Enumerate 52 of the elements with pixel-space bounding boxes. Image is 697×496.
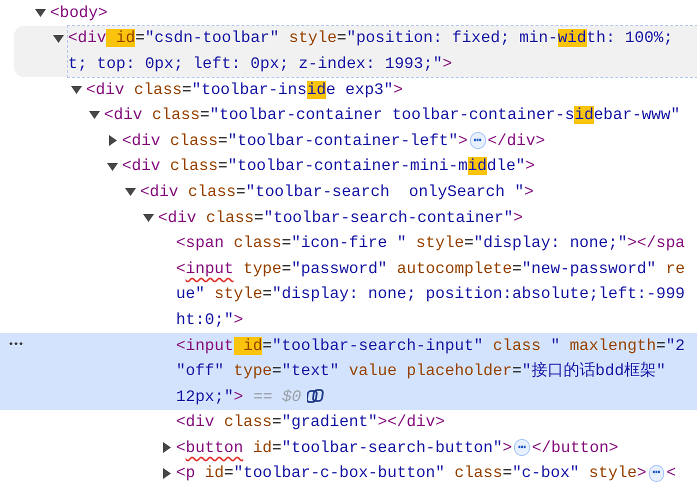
node-row[interactable]: <input type="password" autocomplete="new-password" re ue" style="display: none; position:absolute;left:-999 ht:0;"> [0,256,697,333]
code-text: </div> [488,130,546,152]
code-text: ue" style="display: none; position:absolute;left:-999 [176,284,685,306]
node-actions-button[interactable]: ••• [8,332,24,358]
collapsed-triangle-icon[interactable] [109,134,117,146]
code-text: t; top: 0px; left: 0px; z-index: 1993;"> [68,54,452,75]
code-text: <div class="gradient"></div> [176,412,445,434]
collapsed-content-button[interactable]: ⋯ [648,464,664,482]
code-text: "off" type="text" value placeholder="接口的话bdd框架" [176,360,666,382]
node-row[interactable]: <button id="toolbar-search-button"> ⋯ </button> [0,435,697,461]
collapsed-triangle-icon[interactable] [163,442,171,454]
console-reference: == $0 [253,386,302,408]
node-row[interactable]: <div class="toolbar-container-left"> ⋯ </div> [0,128,697,154]
node-row[interactable]: <div class="gradient"></div> [0,410,697,436]
code-text: <p id="toolbar-c-box-button" class="c-box" style> [176,463,647,484]
overlapping-squares-icon[interactable] [307,388,326,406]
node-row[interactable]: <body> [0,0,697,26]
code-text: <div class="toolbar-container-left"> [122,130,468,152]
code-text: <span class="icon-fire " style="display: none;"></spa [176,233,685,254]
node-row[interactable]: <p id="toolbar-c-box-button" class="c-box" style> ⋯ < [0,460,697,486]
code-text: 12px;"> [176,386,244,408]
collapsed-content-button[interactable]: ⋯ [470,132,486,150]
node-row[interactable]: <span class="icon-fire " style="display: none;"></spa [0,230,697,256]
code-text: ht:0;"> [176,310,244,331]
expanded-triangle-icon[interactable] [107,162,118,171]
expanded-triangle-icon[interactable] [89,111,100,120]
node-row[interactable]: <div class="toolbar-container toolbar-container-sidebar-www" [0,102,697,128]
code-text: <body> [50,2,108,24]
code-text: <input type="password" autocomplete="new-password" re [176,258,685,280]
node-row[interactable]: <div class="toolbar-container-mini-middle"> [0,154,697,180]
code-text: <div class="toolbar-inside exp3"> [86,80,403,101]
code-text: <div class="toolbar-search-container"> [158,208,523,229]
code-text: <input id="toolbar-search-input" class " maxlength="2 [176,336,685,357]
expanded-triangle-icon[interactable] [71,86,82,94]
expanded-triangle-icon[interactable] [53,34,64,43]
hovered-node-highlight[interactable]: <div id="csdn-toolbar" style="position: fixed; min-width: 100%; t; top: 0px; left: 0px; z-index: 1993;"> [14,26,697,77]
node-row[interactable]: <div class="toolbar-search onlySearch "> [0,179,697,205]
node-row[interactable]: <div class="toolbar-search-container"> [0,204,697,230]
expanded-triangle-icon[interactable] [35,9,46,17]
code-text: <button id="toolbar-search-button"> [176,438,512,459]
collapsed-content-button[interactable]: ⋯ [514,439,530,456]
expanded-triangle-icon[interactable] [143,214,154,222]
code-text: <div class="toolbar-container-mini-middle"> [122,156,535,178]
code-text: <div id="csdn-toolbar" style="position: fixed; min-width: 100%; [68,28,673,50]
code-text: </button> [532,438,618,459]
code-text: <div class="toolbar-search onlySearch "> [140,182,534,203]
node-row[interactable]: <div class="toolbar-inside exp3"> [0,76,697,102]
code-text: <div class="toolbar-container toolbar-container-sidebar-www" [104,105,680,126]
expanded-triangle-icon[interactable] [125,188,136,196]
code-text: < [666,463,676,484]
collapsed-triangle-icon[interactable] [163,468,171,479]
selected-node-highlight[interactable]: ••• <input id="toolbar-search-input" class " maxlength="2 "off" type="text" value placeholder="接口的话bdd框架" 12px;"> == $0 [0,332,697,410]
